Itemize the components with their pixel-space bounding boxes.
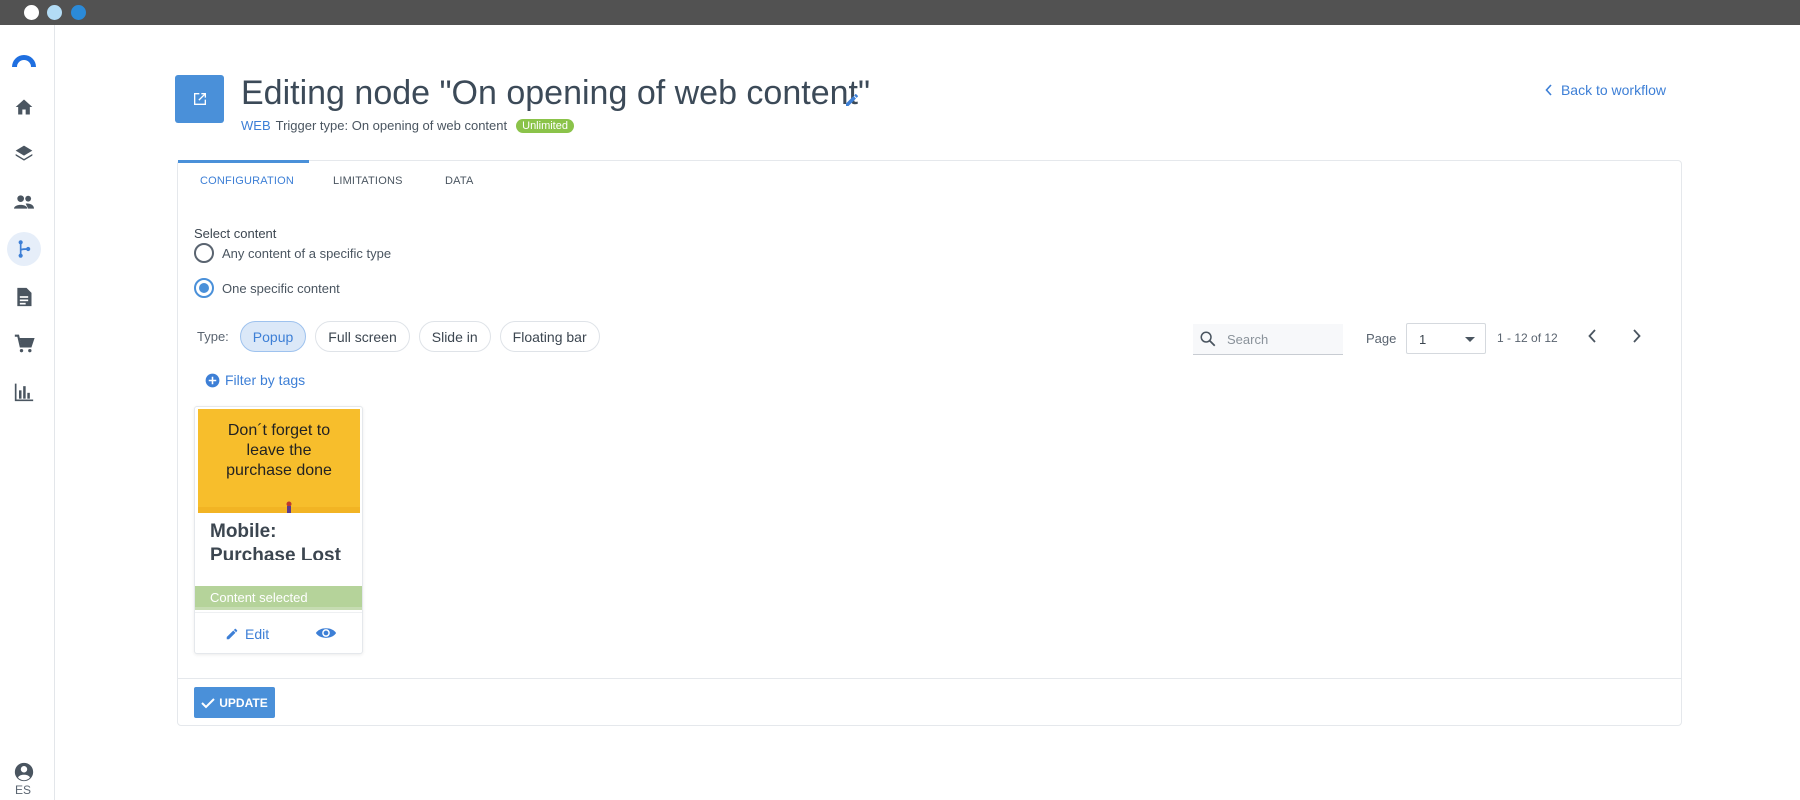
trigger-type-text: Trigger type: On opening of web content bbox=[275, 118, 508, 133]
sidebar: ES bbox=[0, 25, 55, 800]
language-label[interactable]: ES bbox=[0, 783, 46, 797]
home-icon[interactable] bbox=[7, 90, 41, 124]
option-any-content-label: Any content of a specific type bbox=[222, 245, 392, 261]
thumbnail-figure-icon bbox=[198, 501, 360, 513]
edit-content-button[interactable]: Edit bbox=[225, 626, 269, 642]
next-page-icon[interactable] bbox=[1627, 327, 1645, 345]
chip-popup[interactable]: Popup bbox=[239, 321, 307, 352]
content-selected-status: Content selected bbox=[195, 586, 362, 610]
node-config-card: CONFIGURATION LIMITATIONS DATA Select co… bbox=[177, 160, 1682, 726]
content-card-actions: Edit bbox=[195, 612, 362, 653]
chip-floating-bar[interactable]: Floating bar bbox=[499, 321, 600, 352]
back-to-workflow-link[interactable]: Back to workflow bbox=[1545, 82, 1666, 98]
pencil-icon bbox=[226, 628, 238, 640]
option-specific-content-label: One specific content bbox=[222, 280, 340, 296]
people-icon[interactable] bbox=[7, 185, 41, 219]
chevron-left-icon bbox=[1545, 84, 1552, 96]
document-icon[interactable] bbox=[7, 280, 41, 314]
option-specific-content[interactable]: One specific content bbox=[194, 278, 340, 298]
page-title: Editing node "On opening of web content" bbox=[241, 74, 871, 112]
page-select[interactable]: 1 bbox=[1406, 323, 1486, 354]
edit-content-label: Edit bbox=[245, 626, 270, 642]
channel-label: WEB bbox=[241, 118, 271, 133]
window-close-dot[interactable] bbox=[24, 5, 39, 20]
back-to-workflow-label: Back to workflow bbox=[1560, 82, 1666, 98]
node-subtitle: WEB Trigger type: On opening of web cont… bbox=[241, 118, 574, 133]
search-icon bbox=[1200, 331, 1216, 347]
window-minimize-dot[interactable] bbox=[47, 5, 62, 20]
update-button[interactable]: UPDATE bbox=[194, 687, 275, 718]
filter-by-tags-label: Filter by tags bbox=[225, 372, 306, 388]
chip-slide-in[interactable]: Slide in bbox=[418, 321, 491, 352]
tab-limitations[interactable]: LIMITATIONS bbox=[333, 175, 403, 187]
app-logo-icon[interactable] bbox=[7, 41, 41, 75]
chip-full-screen[interactable]: Full screen bbox=[315, 321, 410, 352]
radio-any-content[interactable] bbox=[194, 243, 214, 263]
tab-bar: CONFIGURATION LIMITATIONS DATA bbox=[178, 160, 1681, 206]
search-field[interactable]: Search bbox=[1193, 324, 1343, 355]
add-circle-icon bbox=[205, 373, 220, 387]
page-select-value: 1 bbox=[1419, 332, 1427, 347]
type-filter: Type: Popup Full screen Slide in Floatin… bbox=[197, 321, 600, 352]
search-placeholder: Search bbox=[1227, 331, 1269, 347]
page-label: Page bbox=[1366, 331, 1397, 346]
prev-page-icon[interactable] bbox=[1584, 327, 1602, 345]
footer-divider bbox=[178, 678, 1681, 679]
check-icon bbox=[201, 697, 215, 708]
pagination-range: 1 - 12 of 12 bbox=[1497, 331, 1558, 345]
preview-eye-icon[interactable] bbox=[315, 625, 337, 641]
limit-badge: Unlimited bbox=[516, 118, 574, 133]
window-maximize-dot[interactable] bbox=[71, 5, 86, 20]
active-tab-indicator bbox=[178, 160, 309, 163]
filter-by-tags-link[interactable]: Filter by tags bbox=[205, 372, 305, 388]
window-titlebar bbox=[0, 0, 1800, 25]
update-label: UPDATE bbox=[219, 695, 268, 710]
content-name: Mobile: Purchase Lost bbox=[210, 521, 341, 560]
select-content-label: Select content bbox=[194, 226, 277, 241]
workflow-icon[interactable] bbox=[7, 232, 41, 266]
content-thumbnail[interactable]: Don´t forget to leave the purchase done bbox=[198, 409, 360, 513]
bar-chart-icon[interactable] bbox=[7, 375, 41, 409]
edit-title-pencil-icon[interactable] bbox=[844, 92, 860, 113]
node-type-icon bbox=[175, 75, 224, 123]
type-label: Type: bbox=[197, 329, 229, 344]
cart-icon[interactable] bbox=[7, 327, 41, 361]
thumbnail-text: Don´t forget to leave the purchase done bbox=[226, 422, 332, 479]
tab-configuration[interactable]: CONFIGURATION bbox=[200, 175, 294, 187]
caret-down-icon bbox=[1465, 337, 1475, 342]
option-any-content[interactable]: Any content of a specific type bbox=[194, 243, 391, 263]
tab-data[interactable]: DATA bbox=[445, 175, 474, 187]
layers-icon[interactable] bbox=[7, 137, 41, 171]
content-card[interactable]: Don´t forget to leave the purchase done … bbox=[194, 406, 363, 654]
radio-specific-content[interactable] bbox=[194, 278, 214, 298]
